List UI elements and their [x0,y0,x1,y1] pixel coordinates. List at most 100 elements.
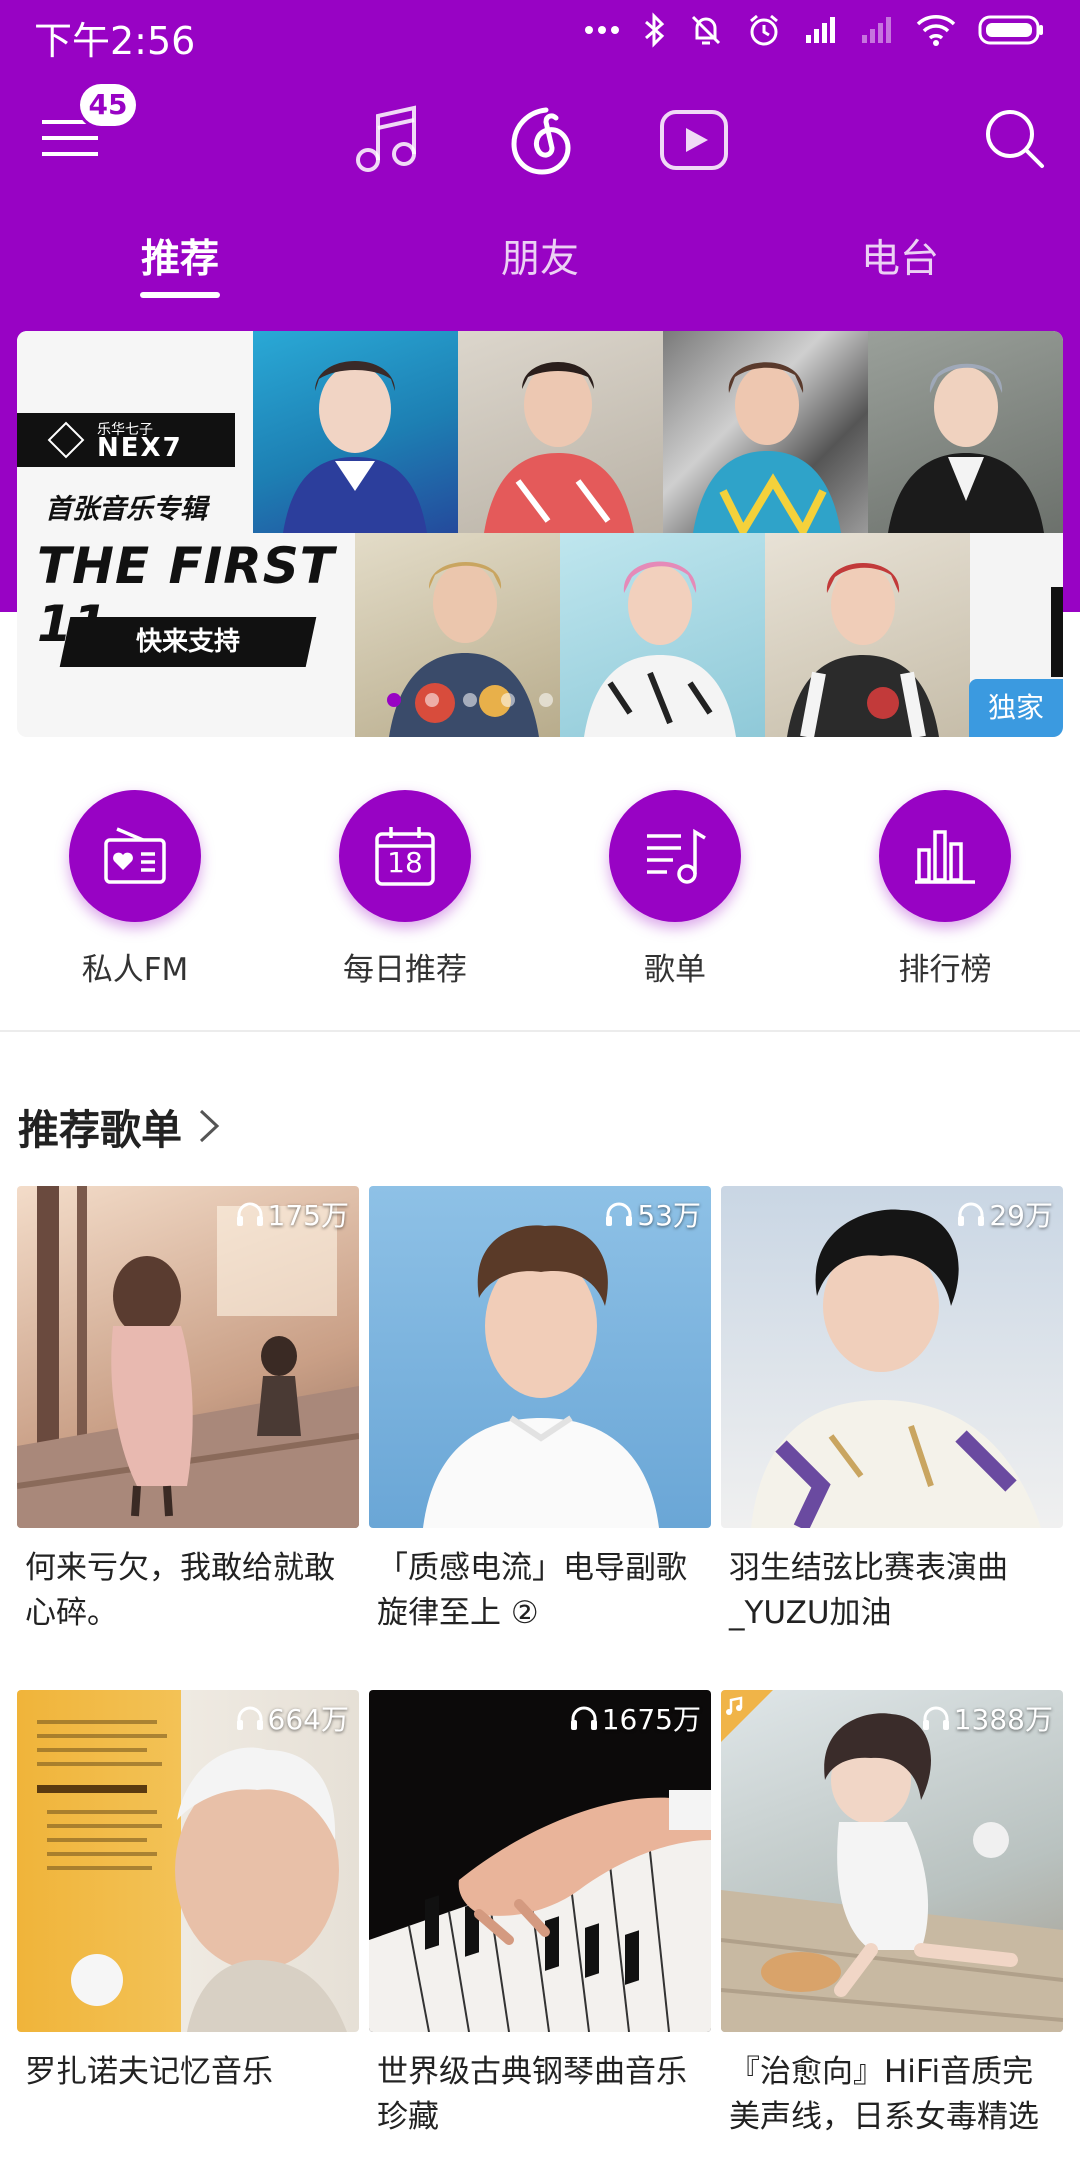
book-cover [37,1720,347,2032]
banner-photo-4 [868,331,1063,533]
playlist-card[interactable]: 1675万 世界级古典钢琴曲音乐珍藏 [369,1690,711,2140]
tab-recommend[interactable]: 推荐 [141,228,219,284]
top-tabs: 推荐 朋友 电台 [0,228,1080,298]
bluetooth-icon [645,12,665,48]
play-count: 1675万 [570,1698,701,1738]
banner-photo-1 [253,331,458,533]
banner-dot [425,693,439,707]
banner-dot [539,693,553,707]
video-play-icon [660,110,728,170]
battery-icon [978,15,1043,45]
playlist-card[interactable]: 1388万 『治愈向』HiFi音质完美声线，日系女毒精选 [721,1690,1063,2140]
banner-dot [387,693,401,707]
playlist-title: 罗扎诺夫记忆音乐 [25,2054,273,2090]
headphones-icon [236,1706,263,1730]
wifi-icon [916,15,956,46]
play-count-value: 175万 [267,1199,349,1232]
banner-dot [501,693,515,707]
play-count-value: 53万 [637,1199,701,1232]
quick-charts[interactable]: 排行榜 [845,790,1045,989]
video-button[interactable] [656,102,732,178]
banner-photo-3 [663,331,868,533]
skater-cover [751,1209,1041,1528]
playlist-card[interactable]: 175万 何来亏欠，我敢给就敢心碎。 [17,1186,359,1636]
chevron-right-icon [199,1109,220,1143]
mute-bell-icon [691,15,721,45]
quick-label: 私人FM [81,952,189,988]
tab-radio[interactable]: 电台 [861,228,939,284]
play-count-value: 29万 [989,1199,1053,1232]
quick-actions: 私人FM 18 每日推荐 歌单 排行榜 [0,790,1080,1000]
tab-friends[interactable]: 朋友 [501,228,579,284]
playlist-title: 世界级古典钢琴曲音乐珍藏 [377,2054,687,2135]
tab-indicator [140,292,220,298]
play-count: 175万 [236,1194,349,1234]
playlist-cover: 1388万 [721,1690,1063,2032]
playlist-card[interactable]: 664万 罗扎诺夫记忆音乐 [17,1690,359,2140]
quick-label: 歌单 [644,952,706,988]
daily-circle: 18 [339,790,471,922]
chart-bars-icon [915,830,975,884]
status-icons [584,12,1044,48]
play-count-value: 1675万 [601,1703,701,1736]
headphones-icon [236,1202,263,1226]
banner-photo-6 [560,533,765,737]
playlist-card[interactable]: 53万 「质感电流」电导副歌旋律至上 ② [369,1186,711,1636]
quick-playlists[interactable]: 歌单 [575,790,775,989]
music-note-icon [356,105,416,172]
playlist-icon [647,828,706,884]
promo-banner[interactable]: 乐华七子 NEX7 首张音乐专辑 THE FIRST 11 快来支持 独家 [17,331,1063,737]
banner-photo-7 [765,533,970,737]
signal-icon [806,17,835,43]
playlist-card[interactable]: 29万 羽生结弦比赛表演曲_YUZU加油 [721,1186,1063,1636]
play-count: 664万 [236,1698,349,1738]
section-divider [0,1030,1080,1032]
more-dots-icon [585,26,619,34]
quick-daily[interactable]: 18 每日推荐 [305,790,505,989]
exclusive-tag: 独家 [969,679,1063,737]
alarm-icon [750,14,778,46]
piano-cover [369,1790,711,2032]
music-sparkle-icon [726,1696,743,1715]
headphones-icon [958,1202,985,1226]
banner-edge-mark [1051,587,1063,677]
banner-photo-2 [458,331,663,533]
menu-button[interactable]: 45 [40,84,136,166]
portrait-cover [423,1225,659,1528]
banner-dot [463,693,477,707]
status-time: 下午2:56 [34,19,196,63]
playlist-title: 『治愈向』HiFi音质完美声线，日系女毒精选 [729,2054,1039,2135]
discover-button[interactable] [502,102,578,178]
recommended-playlists-header[interactable]: 推荐歌单 [18,1096,220,1156]
notification-badge: 45 [80,84,136,126]
banner-cta-label: 快来支持 [135,627,240,657]
private-fm-circle [69,790,201,922]
calendar-day: 18 [387,846,423,879]
search-button[interactable] [982,106,1046,170]
app-bar: 45 [0,84,1080,194]
brand-name: NEX7 [97,433,183,463]
section-title: 推荐歌单 [18,1106,182,1154]
search-icon [986,110,1044,168]
play-count: 29万 [957,1194,1053,1234]
playlist-cover: 664万 [17,1690,359,2032]
headphones-icon [606,1202,633,1226]
playlist-cover: 53万 [369,1186,711,1528]
playlist-title: 羽生结弦比赛表演曲_YUZU加油 [729,1550,1008,1631]
playlist-cover: 1675万 [369,1690,711,2032]
quick-private-fm[interactable]: 私人FM [35,790,235,989]
radio-heart-icon [104,827,166,884]
playlist-cover: 175万 [17,1186,359,1528]
brand-logo: 乐华七子 NEX7 [17,413,235,467]
banner-page-dots [387,693,553,707]
netease-logo-icon [511,107,571,175]
banner-subtitle: 首张音乐专辑 [45,494,207,525]
headphones-icon [570,1706,597,1730]
playlist-cover: 29万 [721,1186,1063,1528]
signal-weak-icon [862,17,891,43]
playlist-title: 何来亏欠，我敢给就敢心碎。 [25,1550,335,1631]
headphones-icon [922,1706,949,1730]
my-music-button[interactable] [348,102,424,178]
play-count: 53万 [605,1194,701,1234]
quick-label: 排行榜 [898,952,992,988]
